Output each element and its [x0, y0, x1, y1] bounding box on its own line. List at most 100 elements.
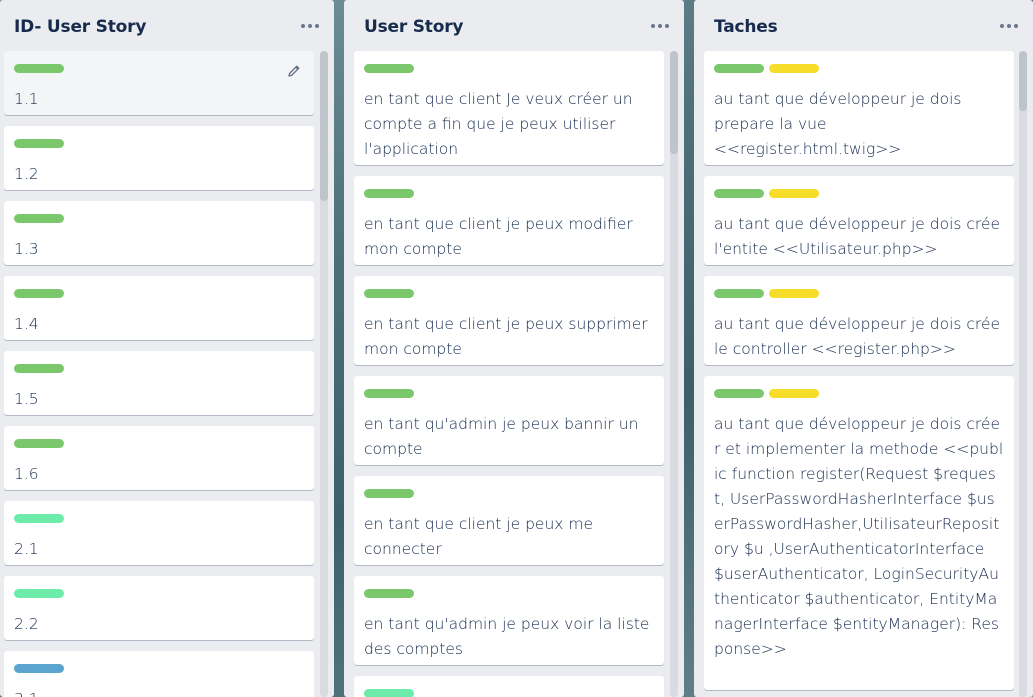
list-scrollbar[interactable]	[320, 51, 328, 697]
card-labels	[714, 189, 819, 198]
card-labels	[14, 439, 64, 448]
label-green[interactable]	[714, 64, 764, 73]
card[interactable]: 1.1	[4, 51, 314, 115]
card-title: au tant que développeur je dois prepare …	[714, 90, 962, 158]
label-green[interactable]	[14, 439, 64, 448]
pencil-icon[interactable]	[286, 63, 302, 79]
scrollbar-thumb[interactable]	[670, 51, 678, 154]
card-labels	[714, 289, 819, 298]
label-yellow[interactable]	[769, 289, 819, 298]
card[interactable]: en tant que client je peux supprimer mon…	[354, 276, 664, 365]
card[interactable]: 1.3	[4, 201, 314, 265]
card-title: au tant que développeur je dois crée l'e…	[714, 215, 1001, 258]
card-labels	[714, 389, 819, 398]
card-labels	[364, 189, 414, 198]
card[interactable]: au tant que développeur je dois créer et…	[704, 376, 1014, 690]
card[interactable]: 2.2	[4, 576, 314, 640]
list-header: ID- User Story	[0, 0, 334, 50]
card-labels	[14, 139, 64, 148]
card[interactable]: en tant qu'admin je peux voir la liste d…	[354, 576, 664, 665]
card[interactable]: 2.1	[4, 501, 314, 565]
card-title: en tant que client je peux me connecter	[364, 515, 594, 558]
card-title: au tant que développeur je dois crée le …	[714, 315, 1001, 358]
list-title[interactable]: User Story	[364, 17, 463, 37]
list-menu-button[interactable]	[646, 12, 674, 40]
label-green[interactable]	[364, 189, 414, 198]
card[interactable]: en tant que client je peux me connecter	[354, 476, 664, 565]
list-menu-button[interactable]	[296, 12, 324, 40]
card-labels	[14, 664, 64, 673]
list-scrollbar[interactable]	[1019, 51, 1027, 697]
card-title: 1.1	[14, 90, 39, 108]
list-id-user-story: ID- User Story 1.1 1.2 1.3 1.4 1.5 1.6 2…	[0, 0, 334, 697]
label-green[interactable]	[14, 289, 64, 298]
list-title[interactable]: ID- User Story	[14, 17, 146, 37]
card-title: en tant que client je peux supprimer mon…	[364, 315, 648, 358]
label-yellow[interactable]	[769, 189, 819, 198]
card[interactable]: 3.1	[4, 651, 314, 697]
card-labels	[364, 689, 414, 697]
card[interactable]: en tant qu'admin je peux bannir un compt…	[354, 376, 664, 465]
card[interactable]: au tant que développeur je dois prepare …	[704, 51, 1014, 165]
card-title: 1.3	[14, 240, 39, 258]
card-labels	[14, 214, 64, 223]
card-labels	[14, 589, 64, 598]
card-labels	[364, 64, 414, 73]
card[interactable]: 1.4	[4, 276, 314, 340]
card[interactable]: au tant que développeur je dois crée le …	[704, 276, 1014, 365]
label-mint[interactable]	[14, 514, 64, 523]
card-labels	[714, 64, 819, 73]
scrollbar-thumb[interactable]	[320, 51, 328, 201]
card-title: 1.5	[14, 390, 39, 408]
label-green[interactable]	[714, 389, 764, 398]
list-scrollbar[interactable]	[670, 51, 678, 697]
label-green[interactable]	[364, 489, 414, 498]
list-header: User Story	[344, 0, 684, 50]
card-title: 1.4	[14, 315, 39, 333]
card-title: 3.1	[14, 687, 304, 697]
card[interactable]: au tant que développeur je dois crée l'e…	[704, 176, 1014, 265]
card-labels	[14, 289, 64, 298]
card-title: en tant qu'admin je peux voir la liste d…	[364, 615, 650, 658]
card-labels	[364, 289, 414, 298]
card-title: 2.1	[14, 540, 39, 558]
list-title[interactable]: Taches	[714, 17, 778, 37]
card-title: au tant que développeur je dois créer et…	[714, 415, 1004, 658]
label-yellow[interactable]	[769, 64, 819, 73]
card[interactable]	[354, 676, 664, 697]
label-yellow[interactable]	[769, 389, 819, 398]
list-user-story: User Story en tant que client Je veux cr…	[344, 0, 684, 697]
label-green[interactable]	[714, 289, 764, 298]
card-title: 2.2	[14, 615, 39, 633]
label-green[interactable]	[364, 589, 414, 598]
card[interactable]: en tant que client Je veux créer un comp…	[354, 51, 664, 165]
card-labels	[364, 589, 414, 598]
label-green[interactable]	[14, 139, 64, 148]
card-labels	[364, 489, 414, 498]
list-header: Taches	[694, 0, 1033, 50]
label-green[interactable]	[364, 389, 414, 398]
card[interactable]: 1.6	[4, 426, 314, 490]
list-menu-button[interactable]	[995, 12, 1023, 40]
card-title: 1.6	[14, 465, 39, 483]
label-mint[interactable]	[14, 589, 64, 598]
label-green[interactable]	[714, 189, 764, 198]
label-green[interactable]	[14, 214, 64, 223]
label-mint[interactable]	[364, 689, 414, 697]
scrollbar-thumb[interactable]	[1019, 51, 1027, 111]
label-green[interactable]	[364, 64, 414, 73]
card[interactable]: en tant que client je peux modifier mon …	[354, 176, 664, 265]
card-title: 1.2	[14, 165, 39, 183]
list-taches: Taches au tant que développeur je dois p…	[694, 0, 1033, 697]
label-green[interactable]	[364, 289, 414, 298]
card-title: en tant que client Je veux créer un comp…	[364, 90, 633, 158]
label-green[interactable]	[14, 64, 64, 73]
board: ID- User Story 1.1 1.2 1.3 1.4 1.5 1.6 2…	[0, 0, 1033, 697]
card-labels	[364, 389, 414, 398]
label-green[interactable]	[14, 364, 64, 373]
card-title: en tant qu'admin je peux bannir un compt…	[364, 415, 639, 458]
card[interactable]: 1.5	[4, 351, 314, 415]
label-blue[interactable]	[14, 664, 64, 673]
card-title: en tant que client je peux modifier mon …	[364, 215, 633, 258]
card[interactable]: 1.2	[4, 126, 314, 190]
